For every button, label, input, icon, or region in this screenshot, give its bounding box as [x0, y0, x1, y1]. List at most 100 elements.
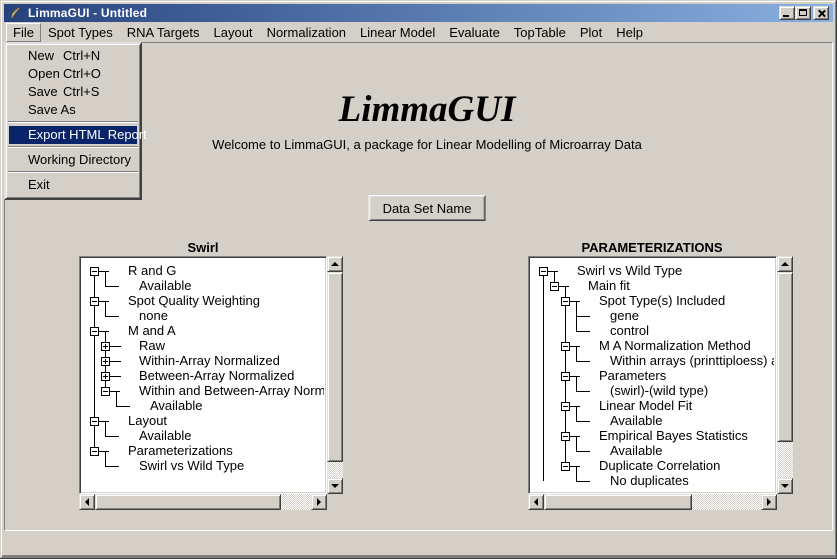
- scrollbar-thumb[interactable]: [544, 494, 692, 510]
- menu-item-new[interactable]: NewCtrl+N: [9, 47, 137, 65]
- tree-node-r-and-g[interactable]: R and G: [128, 264, 176, 278]
- menu-item-export-html-report[interactable]: Export HTML Report: [9, 126, 137, 144]
- menu-plot[interactable]: Plot: [573, 23, 609, 42]
- menu-help[interactable]: Help: [609, 23, 650, 42]
- data-set-name-button[interactable]: Data Set Name: [369, 195, 486, 221]
- maximize-button[interactable]: [795, 6, 811, 20]
- tree-connector: [569, 406, 580, 407]
- tree-node-linear-model-fit[interactable]: Linear Model Fit: [599, 399, 692, 413]
- tree-node-gene[interactable]: gene: [610, 309, 639, 323]
- scroll-down-button[interactable]: [327, 478, 343, 494]
- vertical-scrollbar[interactable]: [777, 256, 793, 494]
- swirl-tree-listbox[interactable]: R and GAvailableSpot Quality Weightingno…: [79, 256, 327, 494]
- welcome-text: Welcome to LimmaGUI, a package for Linea…: [212, 137, 642, 152]
- tree-node-control[interactable]: control: [610, 324, 649, 338]
- scrollbar-thumb[interactable]: [327, 272, 343, 462]
- menu-item-accelerator: Ctrl+O: [63, 65, 101, 83]
- tree-node-available[interactable]: Available: [610, 414, 663, 428]
- scroll-down-button[interactable]: [777, 478, 793, 494]
- vertical-scrollbar[interactable]: [327, 256, 343, 494]
- menu-linear-model[interactable]: Linear Model: [353, 23, 442, 42]
- tree-connector: [576, 451, 590, 452]
- tree-node-m-and-a[interactable]: M and A: [128, 324, 176, 338]
- expand-toggle-plus[interactable]: [101, 372, 110, 381]
- scroll-up-button[interactable]: [327, 256, 343, 272]
- parameterizations-tree-listbox[interactable]: Swirl vs Wild TypeMain fitSpot Type(s) I…: [528, 256, 777, 494]
- expand-toggle-minus[interactable]: [561, 297, 570, 306]
- tree-node-available[interactable]: Available: [139, 279, 192, 293]
- expand-toggle-minus[interactable]: [561, 462, 570, 471]
- scrollbar-thumb[interactable]: [777, 272, 793, 442]
- menu-rna-targets[interactable]: RNA Targets: [120, 23, 207, 42]
- menu-spot-types[interactable]: Spot Types: [41, 23, 120, 42]
- horizontal-scrollbar[interactable]: [528, 494, 777, 510]
- menu-item-save[interactable]: SaveCtrl+S: [9, 83, 137, 101]
- tree-node-within-array-normalized[interactable]: Within-Array Normalized: [139, 354, 280, 368]
- expand-toggle-minus[interactable]: [539, 267, 548, 276]
- menu-item-label: Save: [28, 83, 58, 101]
- tree-node-within-and-between-array-norm[interactable]: Within and Between-Array Norm: [139, 384, 324, 398]
- tree-node-spot-type-s-included[interactable]: Spot Type(s) Included: [599, 294, 725, 308]
- tree-node-duplicate-correlation[interactable]: Duplicate Correlation: [599, 459, 720, 473]
- expand-toggle-minus[interactable]: [561, 372, 570, 381]
- tree-node-swirl-wild-type[interactable]: (swirl)-(wild type): [610, 384, 708, 398]
- scroll-up-button[interactable]: [777, 256, 793, 272]
- menu-layout[interactable]: Layout: [207, 23, 260, 42]
- expand-toggle-minus[interactable]: [90, 267, 99, 276]
- menu-item-save-as[interactable]: Save As: [9, 101, 137, 119]
- expand-toggle-minus[interactable]: [90, 327, 99, 336]
- menu-toptable[interactable]: TopTable: [507, 23, 573, 42]
- expand-toggle-minus[interactable]: [561, 432, 570, 441]
- menu-normalization[interactable]: Normalization: [260, 23, 353, 42]
- tree-node-main-fit[interactable]: Main fit: [588, 279, 630, 293]
- tree-node-available[interactable]: Available: [150, 399, 203, 413]
- app-heading: LimmaGUI: [339, 88, 516, 131]
- menu-evaluate[interactable]: Evaluate: [442, 23, 507, 42]
- scroll-left-button[interactable]: [528, 494, 544, 510]
- tree-connector: [576, 406, 577, 421]
- tree-node-within-arrays-printtiploess-a[interactable]: Within arrays (printtiploess) a: [610, 354, 774, 368]
- menu-item-working-directory[interactable]: Working Directory: [9, 151, 137, 169]
- scrollbar-thumb[interactable]: [95, 494, 281, 510]
- tree-node-parameters[interactable]: Parameters: [599, 369, 666, 383]
- tree-node-layout[interactable]: Layout: [128, 414, 167, 428]
- scroll-right-button[interactable]: [311, 494, 327, 510]
- tree-connector: [116, 391, 117, 406]
- expand-toggle-minus[interactable]: [90, 297, 99, 306]
- expand-toggle-minus[interactable]: [561, 402, 570, 411]
- expand-toggle-minus[interactable]: [90, 447, 99, 456]
- tree-node-m-a-normalization-method[interactable]: M A Normalization Method: [599, 339, 751, 353]
- tree-node-parameterizations[interactable]: Parameterizations: [128, 444, 233, 458]
- menubar: FileSpot TypesRNA TargetsLayoutNormaliza…: [4, 22, 833, 42]
- tree-connector: [98, 451, 109, 452]
- tree-node-none[interactable]: none: [139, 309, 168, 323]
- tree-connector: [105, 421, 106, 436]
- tree-node-available[interactable]: Available: [139, 429, 192, 443]
- menu-item-exit[interactable]: Exit: [9, 176, 137, 194]
- tree-node-no-duplicates[interactable]: No duplicates: [610, 474, 689, 488]
- expand-toggle-minus[interactable]: [101, 387, 110, 396]
- expand-toggle-plus[interactable]: [101, 357, 110, 366]
- menu-item-open[interactable]: OpenCtrl+O: [9, 65, 137, 83]
- menu-file[interactable]: File: [6, 23, 41, 42]
- scroll-right-button[interactable]: [761, 494, 777, 510]
- expand-toggle-minus[interactable]: [550, 282, 559, 291]
- tree-node-between-array-normalized[interactable]: Between-Array Normalized: [139, 369, 294, 383]
- expand-toggle-minus[interactable]: [561, 342, 570, 351]
- window-title: LimmaGUI - Untitled: [28, 6, 147, 20]
- tree-connector: [569, 466, 580, 467]
- close-button[interactable]: [813, 6, 829, 20]
- horizontal-scrollbar[interactable]: [79, 494, 327, 510]
- tree-node-swirl-vs-wild-type[interactable]: Swirl vs Wild Type: [577, 264, 682, 278]
- expand-toggle-minus[interactable]: [90, 417, 99, 426]
- scroll-left-button[interactable]: [79, 494, 95, 510]
- tree-node-empirical-bayes-statistics[interactable]: Empirical Bayes Statistics: [599, 429, 748, 443]
- expand-toggle-plus[interactable]: [101, 342, 110, 351]
- tree-connector: [105, 436, 119, 437]
- tree-node-swirl-vs-wild-type[interactable]: Swirl vs Wild Type: [139, 459, 244, 473]
- tree-connector: [569, 436, 580, 437]
- tree-node-available[interactable]: Available: [610, 444, 663, 458]
- tree-node-raw[interactable]: Raw: [139, 339, 165, 353]
- minimize-button[interactable]: [779, 6, 795, 20]
- tree-node-spot-quality-weighting[interactable]: Spot Quality Weighting: [128, 294, 260, 308]
